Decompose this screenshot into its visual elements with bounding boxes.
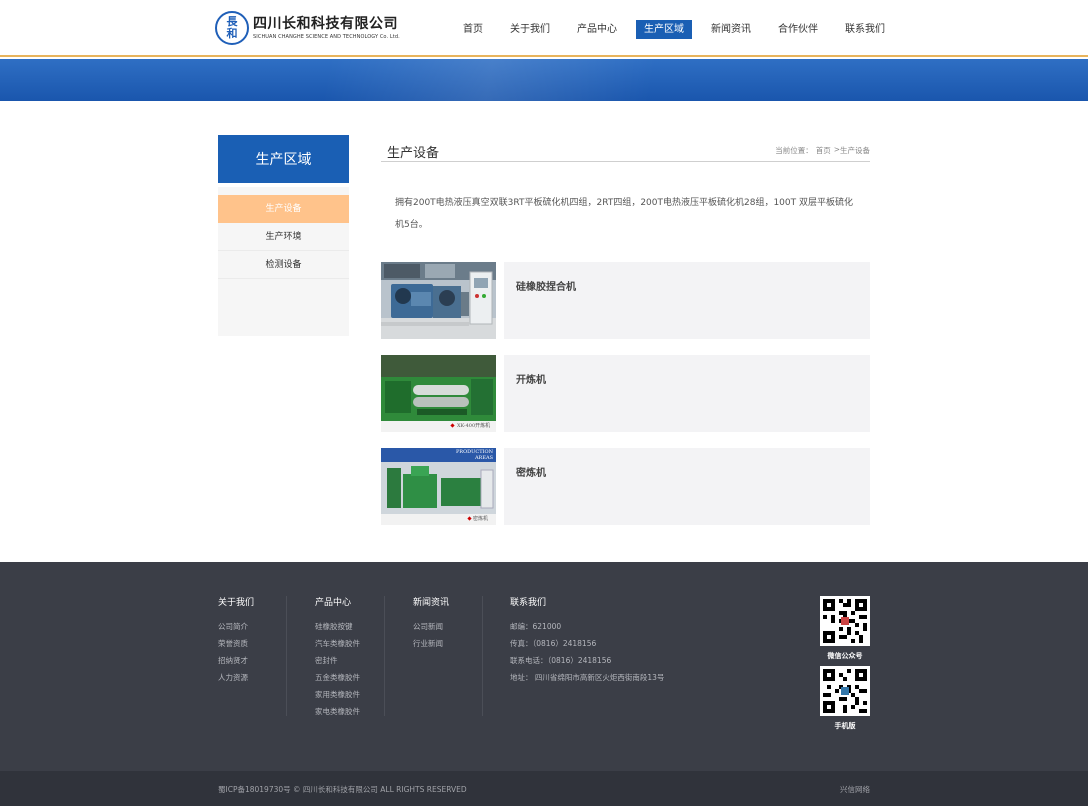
breadcrumb: 当前位置： 首页 > 生产设备 [772,145,870,156]
footer-contact-line: 邮编：621000 [510,622,562,631]
wechat-qr-code [820,596,870,646]
sidebar-item-equipment[interactable]: 生产设备 [218,195,349,223]
footer-link[interactable]: 人力资源 [218,669,254,686]
main-nav: 首页 关于我们 产品中心 生产区域 新闻资讯 合作伙伴 联系我们 [455,20,904,39]
footer-link[interactable]: 荣誉资质 [218,635,254,652]
site-header: 長 和 四川长和科技有限公司 SICHUAN CHANGHE SCIENCE A… [0,0,1088,57]
footer-link[interactable]: 汽车类橡胶件 [315,635,360,652]
footer-heading: 产品中心 [315,598,352,608]
qr-code-icon [823,669,867,713]
sidebar-title: 生产区域 [218,135,349,183]
logo-text: 四川长和科技有限公司 SICHUAN CHANGHE SCIENCE AND T… [253,15,400,41]
footer-link[interactable]: 家用类橡胶件 [315,686,360,703]
footer-link[interactable]: 招纳贤才 [218,652,254,669]
kneader-machine-image [381,262,496,339]
footer-col-products: 产品中心 硅橡胶按键 汽车类橡胶件 密封件 五金类橡胶件 家用类橡胶件 家电类橡… [315,598,360,720]
footer-col-about: 关于我们 公司简介 荣誉资质 招纳贤才 人力资源 [218,598,254,686]
production-areas-banner: PRODUCTION AREAS [455,449,493,461]
footer-link[interactable]: 公司简介 [218,618,254,635]
product-name[interactable]: 硅橡胶捏合机 [516,278,576,293]
mobile-qr-code [820,666,870,716]
footer-col-news: 新闻资讯 公司新闻 行业新闻 [413,598,449,652]
product-image-caption: 密炼机 [473,516,489,522]
footer-divider [384,596,385,716]
product-info: 开炼机 [504,355,870,432]
intro-text: 拥有200T电热液压真空双联3RT平板硫化机四组，2RT四组，200T电热液压平… [395,198,853,230]
mill-machine-image [381,355,496,432]
product-name[interactable]: 开炼机 [516,371,546,386]
footer-contact-line: 地址： 四川省绵阳市高新区火炬西街南段13号 [510,673,665,682]
product-info: 硅橡胶捏合机 [504,262,870,339]
company-name-cn: 四川长和科技有限公司 [253,16,398,32]
nav-products[interactable]: 产品中心 [569,20,625,39]
footer-heading: 关于我们 [218,598,255,608]
footer-contact-line: 传真：（0816）2418156 [510,639,597,648]
site-footer: 关于我们 公司简介 荣誉资质 招纳贤才 人力资源 产品中心 硅橡胶按键 汽车类橡… [0,562,1088,771]
logo-glyph-2: 和 [226,27,238,40]
sidebar-item-environment[interactable]: 生产环境 [218,223,349,251]
footer-link[interactable]: 家电类橡胶件 [315,703,360,720]
footer-contact-line: 联系电话：（0816）2418156 [510,656,612,665]
nav-home[interactable]: 首页 [455,20,491,39]
footer-heading: 联系我们 [510,598,547,608]
developer-credit-link[interactable]: 兴信网络 [840,784,870,795]
product-image[interactable]: XK-400开炼机 [381,355,496,432]
title-divider [381,161,870,162]
banner-highlight [0,59,1088,101]
page-banner [0,59,1088,101]
product-name[interactable]: 密炼机 [516,464,546,479]
nav-production[interactable]: 生产区域 [636,20,692,39]
product-image-caption: XK-400开炼机 [457,423,491,429]
product-image[interactable] [381,262,496,339]
breadcrumb-current: 生产设备 [840,146,870,155]
product-image[interactable]: PRODUCTION AREAS 密炼机 [381,448,496,525]
nav-partners[interactable]: 合作伙伴 [770,20,826,39]
product-info: 密炼机 [504,448,870,525]
breadcrumb-home[interactable]: 首页 [816,145,831,156]
footer-link[interactable]: 公司新闻 [413,618,449,635]
sidebar-item-testing[interactable]: 检测设备 [218,251,349,279]
product-card[interactable]: 硅橡胶捏合机 [381,262,870,339]
qr-code-icon [823,599,867,643]
footer-link[interactable]: 五金类橡胶件 [315,669,360,686]
breadcrumb-label: 当前位置： [775,146,813,155]
product-card[interactable]: PRODUCTION AREAS 密炼机 密炼机 [381,448,870,525]
footer-link[interactable]: 硅橡胶按键 [315,618,360,635]
footer-heading: 新闻资讯 [413,598,450,608]
nav-about[interactable]: 关于我们 [502,20,558,39]
footer-col-contact: 联系我们 邮编：621000 传真：（0816）2418156 联系电话：（08… [510,598,664,686]
company-logo[interactable]: 長 和 四川长和科技有限公司 SICHUAN CHANGHE SCIENCE A… [215,11,400,45]
sidebar-menu: 生产设备 生产环境 检测设备 [218,187,349,336]
product-card[interactable]: XK-400开炼机 开炼机 [381,355,870,432]
nav-news[interactable]: 新闻资讯 [703,20,759,39]
logo-emblem-icon: 長 和 [215,11,249,45]
footer-divider [286,596,287,716]
footer-link[interactable]: 行业新闻 [413,635,449,652]
footer-divider [482,596,483,716]
wechat-qr-label: 微信公众号 [827,652,863,660]
company-name-en: SICHUAN CHANGHE SCIENCE AND TECHNOLOGY C… [253,34,400,40]
mobile-qr-label: 手机版 [834,722,856,730]
copyright-text: 蜀ICP备18019730号 © 四川长和科技有限公司 ALL RIGHTS R… [218,785,467,794]
footer-link[interactable]: 密封件 [315,652,360,669]
nav-contact[interactable]: 联系我们 [837,20,893,39]
footer-bottom-bar: 蜀ICP备18019730号 © 四川长和科技有限公司 ALL RIGHTS R… [0,771,1088,806]
page-title: 生产设备 [387,146,440,161]
